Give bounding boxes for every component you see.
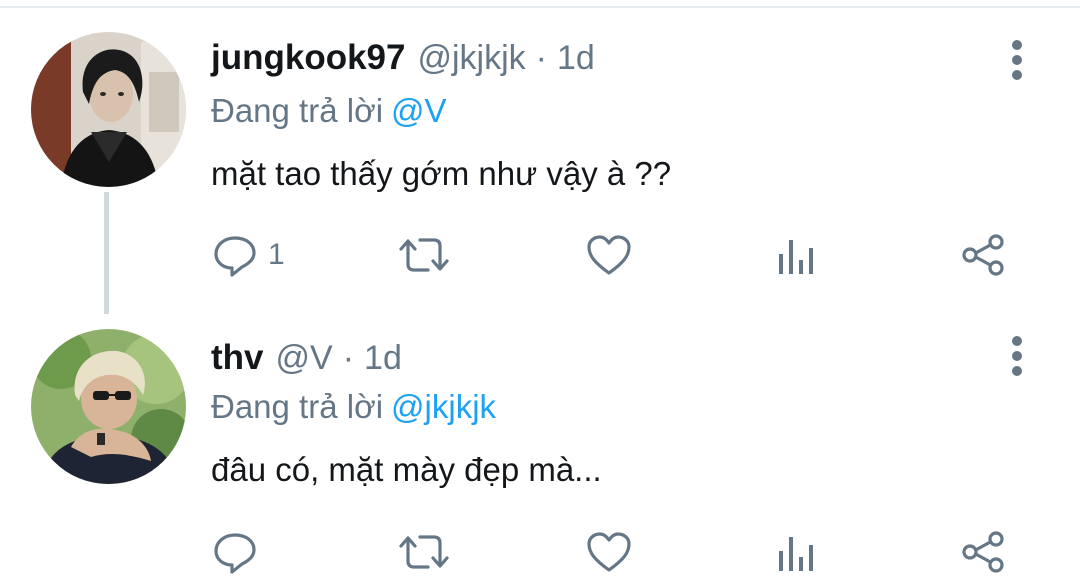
tweet-timestamp[interactable]: 1d: [557, 39, 595, 78]
like-button[interactable]: [585, 230, 633, 280]
share-button[interactable]: [960, 527, 1006, 577]
replying-to-mention[interactable]: @V: [391, 92, 447, 129]
separator-dot: ·: [535, 39, 547, 77]
display-name[interactable]: thv: [211, 338, 264, 378]
reply-icon: [214, 533, 256, 574]
like-icon: [587, 235, 631, 275]
analytics-icon: [779, 537, 813, 571]
analytics-icon: [779, 240, 813, 274]
reply-icon: [214, 236, 256, 277]
user-handle[interactable]: @jkjkjk: [417, 39, 525, 78]
reply-count: 1: [268, 238, 285, 271]
user-handle[interactable]: @V: [276, 339, 333, 378]
more-vertical-icon: [1012, 40, 1022, 80]
replying-to-mention[interactable]: @jkjkjk: [391, 388, 496, 425]
more-options-button[interactable]: [1003, 38, 1031, 82]
avatar-image: [31, 329, 186, 484]
avatar-image: [31, 32, 186, 187]
replying-to-line: Đang trả lời @V: [211, 92, 447, 130]
reply-button[interactable]: [212, 527, 268, 577]
display-name[interactable]: jungkook97: [211, 38, 405, 78]
replying-to-line: Đang trả lời @jkjkjk: [211, 388, 496, 426]
tweet-thread: jungkook97 @jkjkjk · 1d Đang trả lời @V m…: [0, 0, 1080, 587]
reply-button[interactable]: 1: [212, 230, 285, 280]
retweet-icon: [399, 535, 449, 569]
thread-connector-line: [104, 192, 109, 314]
analytics-button[interactable]: [776, 230, 816, 280]
tweet-header: thv @V · 1d: [211, 338, 402, 378]
like-button[interactable]: [585, 527, 633, 577]
retweet-button[interactable]: [398, 230, 450, 280]
retweet-icon: [399, 238, 449, 272]
share-icon: [962, 234, 1004, 276]
retweet-button[interactable]: [398, 527, 450, 577]
avatar-jungkook97[interactable]: [31, 32, 186, 187]
tweet-header: jungkook97 @jkjkjk · 1d: [211, 38, 595, 78]
tweet-text: mặt tao thấy gớm như vậy à ??: [211, 155, 672, 192]
separator-dot: ·: [342, 339, 355, 377]
avatar-thv[interactable]: [31, 329, 186, 484]
share-button[interactable]: [960, 230, 1006, 280]
more-options-button[interactable]: [1003, 334, 1031, 378]
analytics-button[interactable]: [776, 527, 816, 577]
share-icon: [962, 531, 1004, 573]
tweet-timestamp[interactable]: 1d: [364, 339, 402, 378]
like-icon: [587, 532, 631, 572]
tweet-text: đâu có, mặt mày đẹp mà...: [211, 451, 602, 488]
more-vertical-icon: [1012, 336, 1022, 376]
replying-to-label: Đang trả lời: [211, 92, 384, 129]
top-divider: [0, 6, 1080, 8]
replying-to-label: Đang trả lời: [211, 388, 384, 425]
